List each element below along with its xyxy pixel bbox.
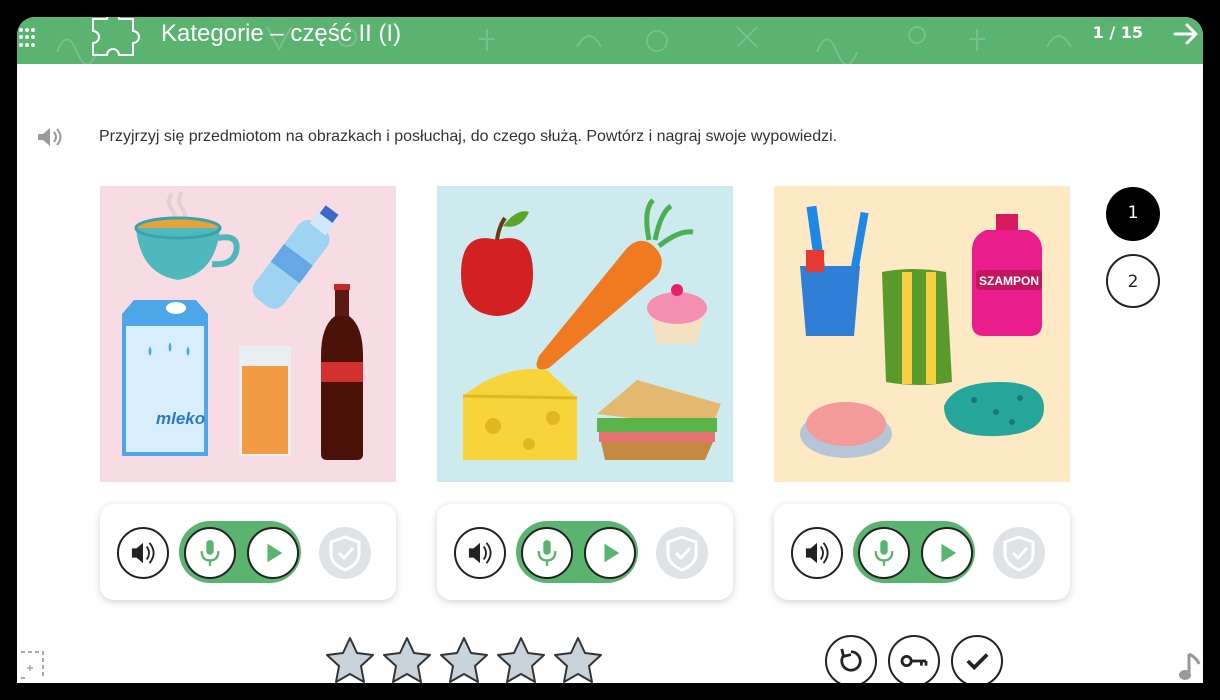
play-icon <box>604 543 620 563</box>
speaker-button[interactable] <box>454 527 506 579</box>
fullscreen-icon[interactable] <box>17 650 45 683</box>
app-screen: Kategorie – część II (I) 1 / 15 Przyjrzy… <box>17 17 1203 683</box>
microphone-icon <box>874 540 894 566</box>
reset-button[interactable] <box>825 635 877 683</box>
record-button[interactable] <box>184 527 236 579</box>
card-image-drinks[interactable]: mleko <box>100 186 396 482</box>
shield-check-icon <box>329 535 361 572</box>
shield-check-icon <box>666 535 698 572</box>
card-image-food[interactable] <box>437 186 733 482</box>
star-icon <box>554 637 602 683</box>
speaker-button[interactable] <box>791 527 843 579</box>
shield-check-button[interactable] <box>319 527 371 579</box>
music-note-icon[interactable] <box>1177 650 1203 683</box>
play-button[interactable] <box>584 527 636 579</box>
reset-icon <box>840 648 862 672</box>
shield-check-icon <box>1003 535 1035 572</box>
star-rating <box>322 634 612 683</box>
exercise-counter: 1 / 15 <box>1092 23 1143 42</box>
puzzle-icon <box>92 17 140 56</box>
arrow-right-icon[interactable] <box>1167 17 1203 51</box>
speaker-icon[interactable] <box>35 125 63 149</box>
page-button-1[interactable]: 1 <box>1106 187 1160 241</box>
speaker-icon <box>805 542 829 564</box>
shield-check-button[interactable] <box>993 527 1045 579</box>
milk-label: mleko <box>156 409 205 428</box>
star-icon <box>440 637 488 683</box>
star-icon <box>497 637 545 683</box>
device-frame: Kategorie – część II (I) 1 / 15 Przyjrzy… <box>0 0 1220 700</box>
shampoo-label: SZAMPON <box>979 274 1039 288</box>
card-controls-1 <box>100 504 396 600</box>
record-button[interactable] <box>858 527 910 579</box>
instruction-text: Przyjrzyj się przedmiotom na obrazkach i… <box>99 128 838 145</box>
play-button[interactable] <box>921 527 973 579</box>
check-button[interactable] <box>951 635 1003 683</box>
header-bar: Kategorie – część II (I) 1 / 15 <box>17 17 1203 64</box>
speaker-button[interactable] <box>117 527 169 579</box>
play-button[interactable] <box>247 527 299 579</box>
checkmark-icon <box>966 653 989 671</box>
play-icon <box>267 543 283 563</box>
card-controls-3 <box>774 504 1070 600</box>
star-icon <box>326 637 374 683</box>
microphone-icon <box>537 540 557 566</box>
microphone-icon <box>200 540 220 566</box>
grid-menu-icon[interactable] <box>17 24 41 48</box>
record-button[interactable] <box>521 527 573 579</box>
page-button-2[interactable]: 2 <box>1106 254 1160 308</box>
card-image-hygiene[interactable]: SZAMPON <box>774 186 1070 482</box>
speaker-icon <box>468 542 492 564</box>
page-title: Kategorie – część II (I) <box>161 20 402 47</box>
play-icon <box>941 543 957 563</box>
speaker-icon <box>131 542 155 564</box>
star-icon <box>383 637 431 683</box>
key-icon <box>900 655 928 667</box>
shield-check-button[interactable] <box>656 527 708 579</box>
key-button[interactable] <box>888 635 940 683</box>
card-controls-2 <box>437 504 733 600</box>
